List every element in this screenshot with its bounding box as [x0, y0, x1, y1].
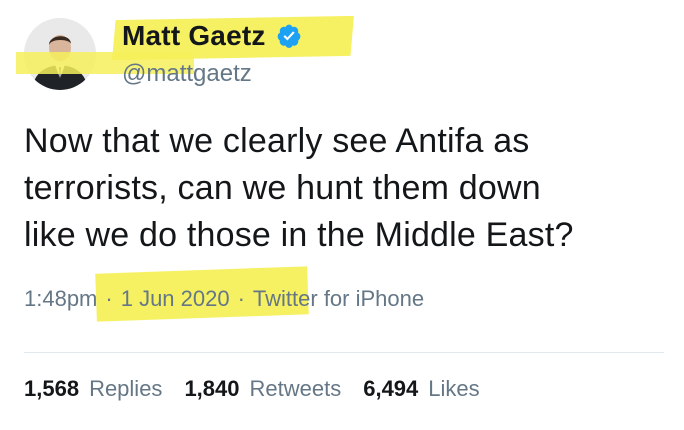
verified-badge-icon: [277, 24, 300, 48]
retweets-label: Retweets: [249, 376, 342, 401]
tweet-text-line: Now that we clearly see Antifa as: [24, 122, 530, 160]
author-display-name[interactable]: Matt Gaetz: [122, 20, 266, 52]
tweet-date[interactable]: 1 Jun 2020: [121, 286, 230, 312]
author-handle[interactable]: @mattgaetz: [122, 60, 302, 88]
tweet-text-line: like we do those in the Middle East?: [24, 216, 574, 254]
replies-stat[interactable]: 1,568 Replies: [24, 376, 162, 402]
likes-label: Likes: [428, 376, 480, 401]
tweet-card: Matt Gaetz @mattgaetz Now that we clearl…: [0, 0, 684, 430]
tweet-header: Matt Gaetz @mattgaetz: [16, 14, 354, 94]
likes-count: 6,494: [363, 376, 419, 401]
replies-count: 1,568: [24, 376, 80, 401]
tweet-text-line: terrorists, can we hunt them down: [24, 169, 541, 207]
divider: [24, 352, 664, 353]
tweet-metadata: 1:48pm · 1 Jun 2020 · Twitter for iPhone: [24, 286, 424, 312]
tweet-source[interactable]: Twitter for iPhone: [253, 286, 424, 312]
tweet-time[interactable]: 1:48pm: [24, 286, 97, 312]
likes-stat[interactable]: 6,494 Likes: [363, 376, 479, 402]
meta-separator: ·: [237, 286, 245, 311]
retweets-stat[interactable]: 1,840 Retweets: [184, 376, 341, 402]
name-row: Matt Gaetz: [112, 15, 354, 61]
tweet-text: Now that we clearly see Antifa as terror…: [24, 118, 664, 259]
meta-separator: ·: [105, 286, 113, 311]
replies-label: Replies: [89, 376, 163, 401]
tweet-stats: 1,568 Replies 1,840 Retweets 6,494 Likes: [24, 376, 502, 402]
retweets-count: 1,840: [184, 376, 240, 401]
author-names: Matt Gaetz @mattgaetz: [16, 15, 354, 88]
